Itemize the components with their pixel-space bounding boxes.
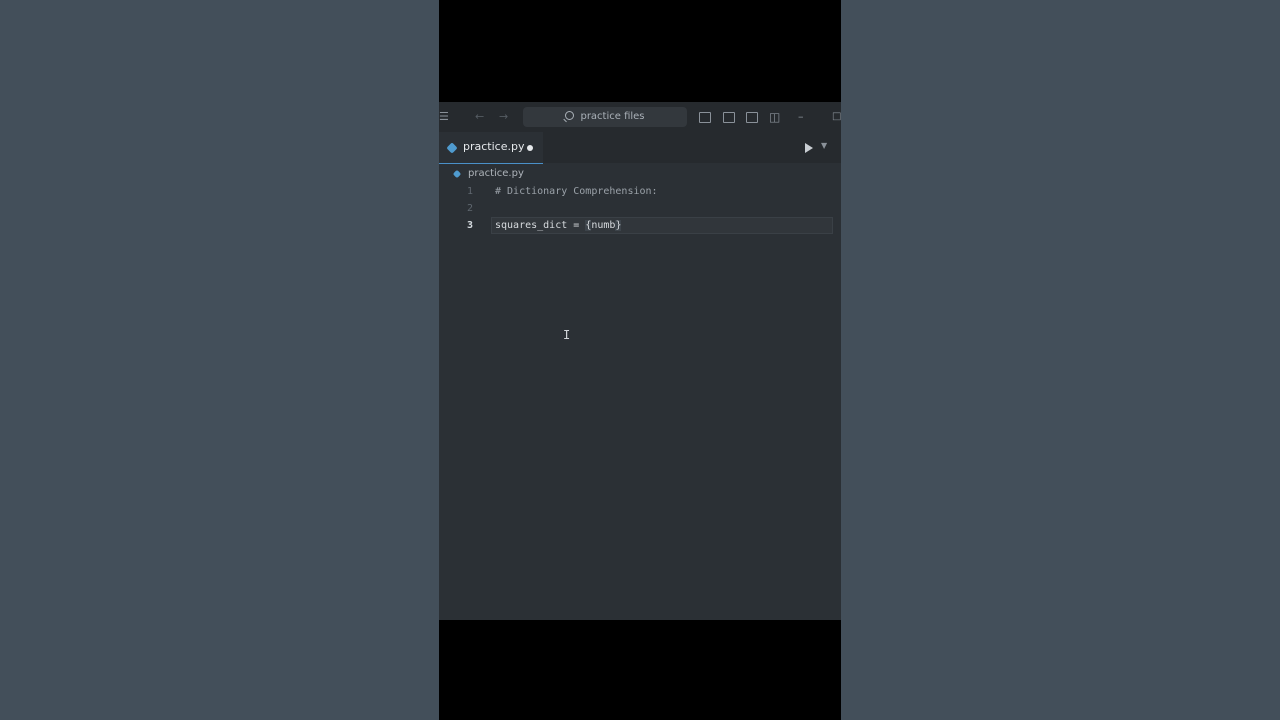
title-bar: ☰ ← → practice files ◫ – □ — [439, 102, 841, 132]
tab-practice-py[interactable]: practice.py — [439, 132, 543, 164]
chevron-down-icon[interactable]: ▼ — [821, 141, 827, 150]
search-label: practice files — [580, 111, 645, 122]
tab-bar: practice.py ▼ — [439, 132, 841, 164]
run-icon[interactable] — [805, 143, 813, 153]
code-text: squares_dict = {numb} — [495, 217, 622, 234]
breadcrumb-file[interactable]: practice.py — [468, 168, 524, 179]
mouse-ibeam-cursor-icon: I — [563, 328, 571, 342]
breadcrumb[interactable]: practice.py — [452, 168, 524, 179]
search-icon — [565, 111, 575, 120]
video-frame: ☰ ← → practice files ◫ – □ practice.py ▼ — [439, 0, 841, 720]
back-arrow-icon[interactable]: ← — [475, 102, 484, 132]
assign-operator: = — [567, 220, 586, 231]
customize-layout-icon[interactable]: ◫ — [769, 102, 780, 132]
menu-icon[interactable]: ☰ — [439, 102, 449, 132]
toggle-sidebar-icon[interactable] — [699, 112, 711, 123]
toggle-secondary-sidebar-icon[interactable] — [746, 112, 758, 123]
line-number: 2 — [466, 203, 473, 214]
maximize-icon[interactable]: □ — [832, 102, 841, 132]
code-comment: # Dictionary Comprehension: — [495, 186, 658, 197]
forward-arrow-icon[interactable]: → — [499, 102, 508, 132]
code-editor-window: ☰ ← → practice files ◫ – □ practice.py ▼ — [439, 102, 841, 620]
line-number: 3 — [466, 220, 473, 231]
tab-label: practice.py — [463, 140, 525, 153]
line-number: 1 — [466, 186, 473, 197]
brace-close: } — [615, 220, 622, 231]
toggle-panel-icon[interactable] — [723, 112, 735, 123]
command-center-search[interactable]: practice files — [523, 107, 687, 127]
python-file-icon — [446, 142, 458, 154]
code-line-active[interactable]: 3 squares_dict = {numb} — [439, 217, 841, 234]
code-line[interactable]: 2 — [439, 200, 841, 217]
minimize-icon[interactable]: – — [798, 102, 804, 132]
partial-token: numb — [591, 220, 616, 231]
unsaved-indicator-icon[interactable] — [527, 145, 533, 151]
python-file-icon — [452, 169, 462, 179]
code-line[interactable]: 1 # Dictionary Comprehension: — [439, 183, 841, 200]
variable-name: squares_dict — [495, 220, 568, 231]
